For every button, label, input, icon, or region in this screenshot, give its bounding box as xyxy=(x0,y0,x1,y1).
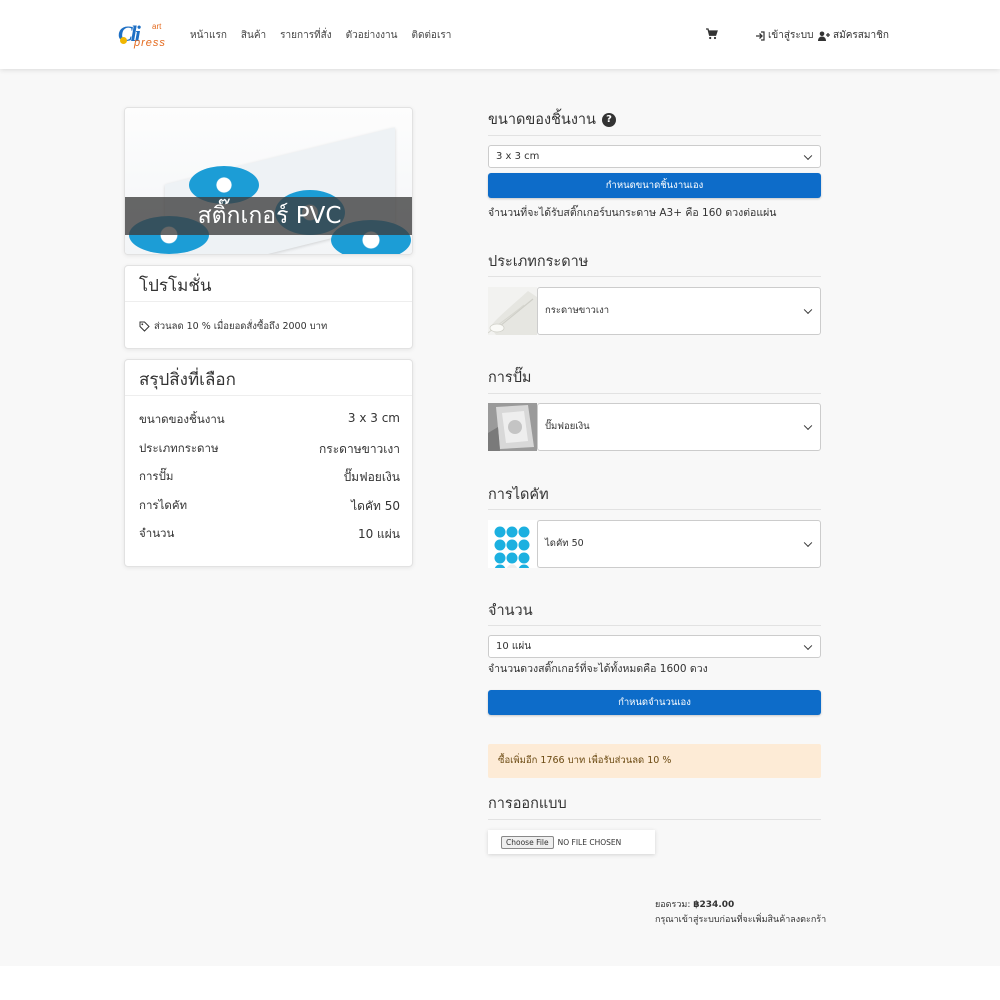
summary-value: ปั๊มฟอยเงิน xyxy=(343,470,400,484)
chevron-down-icon xyxy=(803,421,813,431)
summary-row: ขนาดของชิ้นงาน 3 x 3 cm xyxy=(139,411,400,429)
custom-quantity-button[interactable]: กำหนดจำนวนเอง xyxy=(488,690,821,715)
site-logo[interactable]: Cli art press xyxy=(118,19,170,49)
summary-value: ไดคัท 50 xyxy=(351,499,400,513)
logo-dot xyxy=(120,37,127,44)
summary-value: 3 x 3 cm xyxy=(347,411,400,425)
cart-icon[interactable] xyxy=(706,28,718,40)
choose-file-button[interactable]: Choose File xyxy=(501,835,554,849)
promotion-item: ส่วนลด 10 % เมื่อยอดสั่งซื้อถึง 2000 บาท xyxy=(139,319,327,334)
quantity-select-value: 10 แผ่น xyxy=(496,641,532,652)
product-image-card: สติ๊กเกอร์ PVC xyxy=(124,107,413,255)
nav-home[interactable]: หน้าแรก xyxy=(190,28,227,43)
design-heading: การออกแบบ xyxy=(488,796,567,812)
nav-contact[interactable]: ติดต่อเรา xyxy=(411,28,451,43)
summary-label: ประเภทกระดาษ xyxy=(139,441,219,455)
main-menu: หน้าแรก สินค้า รายการที่สั่ง ตัวอย่างงาน… xyxy=(190,28,451,43)
login-link[interactable]: เข้าสู่ระบบ xyxy=(755,28,813,43)
custom-size-button[interactable]: กำหนดขนาดชิ้นงานเอง xyxy=(488,173,821,198)
nav-products[interactable]: สินค้า xyxy=(241,28,266,43)
login-icon xyxy=(756,30,765,41)
register-label: สมัครสมาชิก xyxy=(833,30,889,41)
order-total: ยอดรวม: ฿234.00 กรุณาเข้าสู่ระบบก่อนที่จ… xyxy=(655,898,826,928)
stamp-select-box[interactable]: ปั๊มฟอยเงิน xyxy=(537,403,821,451)
summary-label: การไดคัท xyxy=(139,498,188,512)
register-link[interactable]: สมัครสมาชิก xyxy=(818,28,889,43)
summary-card: สรุปสิ่งที่เลือก ขนาดของชิ้นงาน 3 x 3 cm… xyxy=(124,359,413,567)
diecut-heading: การไดคัท xyxy=(488,487,549,503)
promotion-card: โปรโมชั่น ส่วนลด 10 % เมื่อยอดสั่งซื้อถึ… xyxy=(124,265,413,349)
summary-row: ประเภทกระดาษ กระดาษขาวเงา xyxy=(139,440,400,459)
chevron-down-icon xyxy=(803,641,813,650)
total-amount: ฿234.00 xyxy=(693,900,735,910)
chevron-down-icon xyxy=(803,305,813,315)
quantity-select[interactable]: 10 แผ่น xyxy=(488,635,821,658)
promotion-heading: โปรโมชั่น xyxy=(139,276,212,296)
paper-thumbnail xyxy=(488,287,537,335)
chevron-down-icon xyxy=(803,151,813,160)
diecut-select-value: ไดคัท 50 xyxy=(545,538,584,549)
file-upload: Choose File NO FILE CHOSEN xyxy=(488,830,655,854)
paper-select[interactable]: กระดาษขาวเงา xyxy=(488,287,821,335)
paper-heading: ประเภทกระดาษ xyxy=(488,254,589,270)
user-plus-icon xyxy=(818,31,830,41)
help-icon[interactable]: ? xyxy=(601,112,616,127)
promotion-text: ส่วนลด 10 % เมื่อยอดสั่งซื้อถึง 2000 บาท xyxy=(154,321,328,332)
summary-row: จำนวน 10 แผ่น xyxy=(139,525,400,544)
stamp-select[interactable]: ปั๊มฟอยเงิน xyxy=(488,403,821,451)
total-note: กรุณาเข้าสู่ระบบก่อนที่จะเพิ่มสินค้าลงตะ… xyxy=(655,915,827,925)
login-label: เข้าสู่ระบบ xyxy=(768,30,814,41)
paper-select-value: กระดาษขาวเงา xyxy=(545,305,610,316)
tag-icon xyxy=(139,321,150,332)
nav-orders[interactable]: รายการที่สั่ง xyxy=(280,28,331,43)
summary-heading: สรุปสิ่งที่เลือก xyxy=(139,370,236,390)
size-select-value: 3 x 3 cm xyxy=(496,151,540,162)
stamp-heading: การปั๊ม xyxy=(488,370,532,386)
diecut-select[interactable]: ไดคัท 50 xyxy=(488,520,821,568)
total-label: ยอดรวม: xyxy=(655,900,691,910)
summary-value: 10 แผ่น xyxy=(357,527,400,541)
summary-row: การปั๊ม ปั๊มฟอยเงิน xyxy=(139,468,400,487)
quantity-note: จำนวนดวงสติ๊กเกอร์ที่จะได้ทั้งหมดคือ 160… xyxy=(488,663,708,675)
logo-word-bottom: press xyxy=(134,37,166,49)
summary-value: กระดาษขาวเงา xyxy=(319,442,400,456)
logo-word-top: art xyxy=(152,22,162,31)
navbar: Cli art press หน้าแรก สินค้า รายการที่สั… xyxy=(0,0,1000,69)
size-heading: ขนาดของชิ้นงาน ? xyxy=(488,108,616,131)
footer xyxy=(0,966,1000,1000)
file-status: NO FILE CHOSEN xyxy=(557,837,622,847)
chevron-down-icon xyxy=(803,538,813,548)
size-heading-text: ขนาดของชิ้นงาน xyxy=(488,112,596,128)
summary-label: ขนาดของชิ้นงาน xyxy=(139,412,225,426)
paper-select-box[interactable]: กระดาษขาวเงา xyxy=(537,287,821,335)
product-title: สติ๊กเกอร์ PVC xyxy=(197,203,342,229)
summary-row: การไดคัท ไดคัท 50 xyxy=(139,497,400,516)
discount-alert: ซื้อเพิ่มอีก 1766 บาท เพื่อรับส่วนลด 10 … xyxy=(488,744,821,778)
size-note: จำนวนที่จะได้รับสติ๊กเกอร์บนกระดาษ A3+ ค… xyxy=(488,207,777,219)
size-select[interactable]: 3 x 3 cm xyxy=(488,145,821,168)
summary-label: การปั๊ม xyxy=(139,469,174,483)
stamp-thumbnail xyxy=(488,403,537,451)
summary-label: จำนวน xyxy=(139,526,175,540)
diecut-select-box[interactable]: ไดคัท 50 xyxy=(537,520,821,568)
nav-samples[interactable]: ตัวอย่างงาน xyxy=(346,28,398,43)
diecut-thumbnail xyxy=(488,520,537,568)
stamp-select-value: ปั๊มฟอยเงิน xyxy=(545,421,590,432)
quantity-heading: จำนวน xyxy=(488,603,533,619)
